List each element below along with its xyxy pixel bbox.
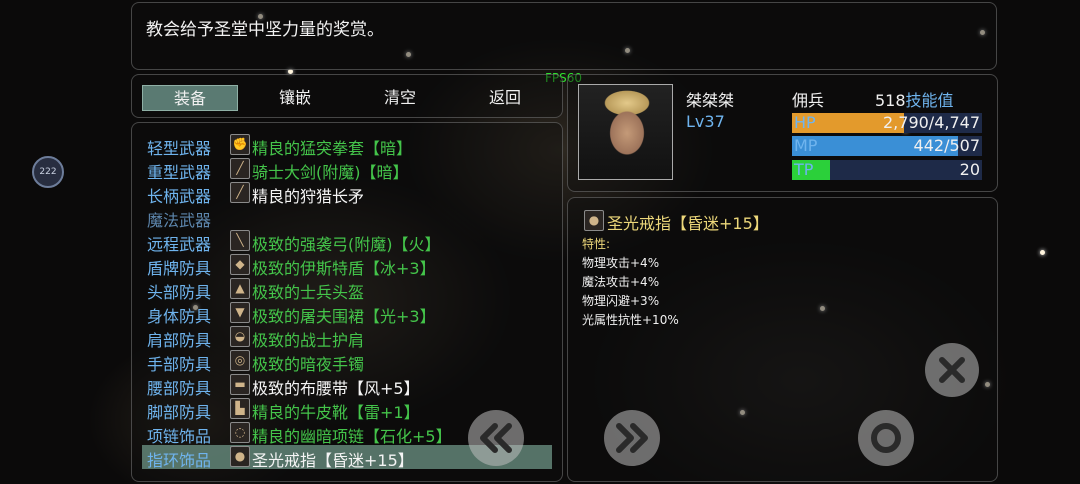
- equip-row[interactable]: 轻型武器 ✊ 精良的猛突拳套【暗】: [142, 133, 552, 158]
- item-name: 极致的暗夜手镯: [252, 355, 365, 374]
- item-name: 极致的伊斯特盾【冰+3】: [252, 259, 436, 278]
- tab-inlay[interactable]: 镶嵌: [247, 85, 343, 111]
- tp-bar: TP 20: [792, 160, 982, 180]
- slot-label: 肩部防具: [147, 331, 212, 350]
- tp-value: 20: [959, 160, 980, 179]
- character-portrait: [578, 84, 673, 180]
- item-name: 圣光戒指【昏迷+15】: [252, 451, 414, 470]
- item-name: 极致的屠夫围裙【光+3】: [252, 307, 436, 326]
- page-prev-button[interactable]: [468, 410, 524, 466]
- item-name: 极致的士兵头盔: [252, 283, 365, 302]
- confirm-button[interactable]: [858, 410, 914, 466]
- tab-clear[interactable]: 清空: [352, 85, 448, 111]
- detail-features-label: 特性:: [582, 237, 611, 251]
- detail-stat: 物理攻击+4%: [582, 256, 660, 270]
- slot-label: 重型武器: [147, 163, 212, 182]
- item-name: 骑士大剑(附魔)【暗】: [252, 163, 409, 182]
- tp-label: TP: [794, 160, 814, 179]
- item-name: 精良的幽暗项链【石化+5】: [252, 427, 452, 446]
- ring-icon: ●: [230, 446, 250, 467]
- slot-label: 远程武器: [147, 235, 212, 254]
- equip-row[interactable]: 腰部防具 ▬ 极致的布腰带【风+5】: [142, 373, 552, 398]
- skill-points: 518技能值: [875, 87, 954, 111]
- tab-back-label: 返回: [488, 88, 521, 107]
- slot-label: 轻型武器: [147, 139, 212, 158]
- ring-icon: ●: [584, 210, 604, 231]
- gauntlet-icon: ✊: [230, 134, 250, 155]
- hp-value: 2,790/4,747: [883, 113, 980, 132]
- mp-label: MP: [794, 136, 818, 155]
- side-badge-label: 222: [39, 167, 57, 177]
- equip-row[interactable]: 魔法武器: [142, 205, 552, 230]
- item-name: 精良的猛突拳套【暗】: [252, 139, 413, 158]
- tab-equip-label: 装备: [173, 89, 206, 108]
- slot-label: 指环饰品: [147, 451, 212, 470]
- hp-bar: HP 2,790/4,747: [792, 113, 982, 133]
- slot-label: 身体防具: [147, 307, 212, 326]
- star: [1040, 250, 1045, 255]
- page-prev-icon: [480, 423, 512, 453]
- hp-label: HP: [794, 113, 816, 132]
- character-name: 桀桀桀: [686, 91, 735, 110]
- spear-icon: ╱: [230, 182, 250, 203]
- detail-stat: 物理闪避+3%: [582, 294, 660, 308]
- slot-label: 手部防具: [147, 355, 212, 374]
- bracelet-icon: ◎: [230, 350, 250, 371]
- sword-icon: ╱: [230, 158, 250, 179]
- skill-points-label: 技能值: [905, 91, 954, 110]
- slot-label: 盾牌防具: [147, 259, 212, 278]
- boots-icon: ▙: [230, 398, 250, 419]
- close-button[interactable]: [925, 343, 979, 397]
- slot-label: 魔法武器: [147, 211, 212, 230]
- equip-row[interactable]: 长柄武器 ╱ 精良的狩猎长矛: [142, 181, 552, 206]
- confirm-icon: [871, 423, 901, 453]
- side-badge[interactable]: 222: [32, 156, 64, 188]
- item-name: 精良的牛皮靴【雷+1】: [252, 403, 420, 422]
- character-level: Lv37: [686, 112, 725, 131]
- page-next-icon: [616, 423, 648, 453]
- slot-label: 脚部防具: [147, 403, 212, 422]
- tab-bar: 装备 镶嵌 清空 返回: [131, 74, 563, 118]
- apron-icon: ▼: [230, 302, 250, 323]
- equip-row[interactable]: 盾牌防具 ◆ 极致的伊斯特盾【冰+3】: [142, 253, 552, 278]
- equip-row[interactable]: 手部防具 ◎ 极致的暗夜手镯: [142, 349, 552, 374]
- equip-row[interactable]: 远程武器 ╲ 极致的强袭弓(附魔)【火】: [142, 229, 552, 254]
- slot-label: 长柄武器: [147, 187, 212, 206]
- skill-points-value: 518: [875, 91, 906, 110]
- slot-label: 项链饰品: [147, 427, 212, 446]
- necklace-icon: ◌: [230, 422, 250, 443]
- tab-equip[interactable]: 装备: [142, 85, 238, 111]
- character-class: 佣兵: [792, 91, 825, 110]
- slot-label: 头部防具: [147, 283, 212, 302]
- detail-stat: 魔法攻击+4%: [582, 275, 660, 289]
- detail-item-name: 圣光戒指【昏迷+15】: [607, 214, 769, 233]
- equip-row[interactable]: 身体防具 ▼ 极致的屠夫围裙【光+3】: [142, 301, 552, 326]
- close-icon: [939, 357, 965, 383]
- mp-bar: MP 442/507: [792, 136, 982, 156]
- detail-stat: 光属性抗性+10%: [582, 313, 679, 327]
- bow-icon: ╲: [230, 230, 250, 251]
- mp-value: 442/507: [913, 136, 980, 155]
- equip-row[interactable]: 头部防具 ▲ 极致的士兵头盔: [142, 277, 552, 302]
- pauldron-icon: ◒: [230, 326, 250, 347]
- helmet-icon: ▲: [230, 278, 250, 299]
- equip-row[interactable]: 重型武器 ╱ 骑士大剑(附魔)【暗】: [142, 157, 552, 182]
- item-name: 极致的布腰带【风+5】: [252, 379, 420, 398]
- character-panel: 桀桀桀 Lv37 佣兵 518技能值 HP 2,790/4,747 MP 442…: [567, 74, 998, 192]
- belt-icon: ▬: [230, 374, 250, 395]
- shield-icon: ◆: [230, 254, 250, 275]
- slot-label: 腰部防具: [147, 379, 212, 398]
- tab-inlay-label: 镶嵌: [278, 88, 311, 107]
- tab-clear-label: 清空: [383, 88, 416, 107]
- equip-row[interactable]: 肩部防具 ◒ 极致的战士护肩: [142, 325, 552, 350]
- item-name: 精良的狩猎长矛: [252, 187, 365, 206]
- message-panel: 教会给予圣堂中坚力量的奖赏。: [131, 2, 997, 70]
- tab-back[interactable]: 返回: [457, 85, 553, 111]
- message-text: 教会给予圣堂中坚力量的奖赏。: [146, 20, 384, 40]
- item-name: 极致的强袭弓(附魔)【火】: [252, 235, 441, 254]
- item-name: 极致的战士护肩: [252, 331, 365, 350]
- page-next-button[interactable]: [604, 410, 660, 466]
